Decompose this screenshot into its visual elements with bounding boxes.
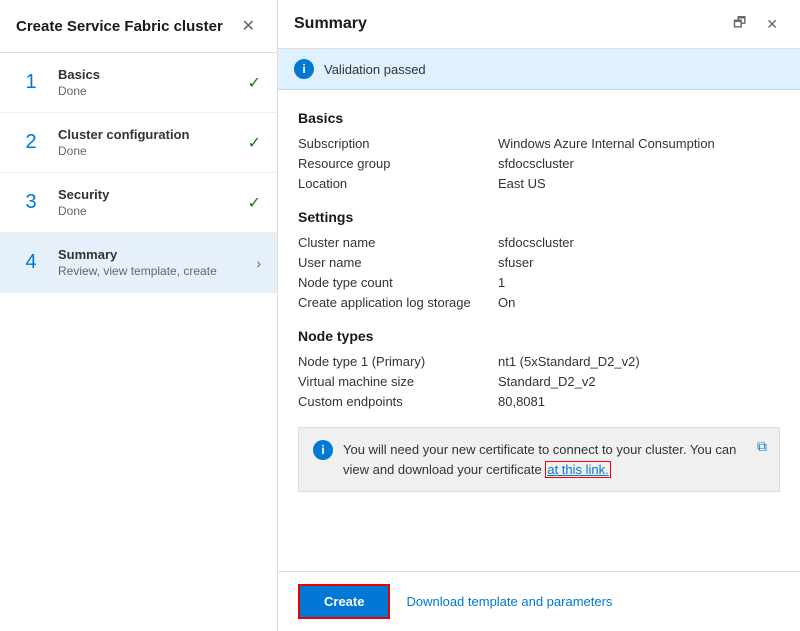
external-link-icon[interactable]: ⧉	[757, 438, 767, 455]
template-link[interactable]: Download template and parameters	[406, 594, 612, 609]
step-name: Cluster configuration	[58, 127, 240, 142]
right-content: i Validation passed Basics Subscription …	[278, 49, 800, 571]
window-title: Create Service Fabric cluster	[16, 18, 223, 35]
node-types-section-title: Node types	[298, 328, 780, 344]
row-value: sfuser	[498, 255, 533, 270]
row-label: Subscription	[298, 136, 498, 151]
step-item-cluster-configuration[interactable]: 2 Cluster configuration Done ✓	[0, 113, 277, 173]
step-number: 3	[16, 188, 46, 218]
step-check-icon: ✓	[248, 133, 261, 153]
info-box: i You will need your new certificate to …	[298, 427, 780, 492]
header-actions: 🗗 ✕	[727, 10, 784, 38]
step-number: 2	[16, 128, 46, 158]
close-panel-button[interactable]: ✕	[760, 10, 784, 38]
table-row: Location East US	[298, 176, 780, 191]
node-types-table: Node type 1 (Primary) nt1 (5xStandard_D2…	[298, 354, 780, 409]
step-number: 4	[16, 248, 46, 278]
step-item-security[interactable]: 3 Security Done ✓	[0, 173, 277, 233]
steps-list: 1 Basics Done ✓ 2 Cluster configuration …	[0, 53, 277, 631]
row-value: Standard_D2_v2	[498, 374, 596, 389]
table-row: Custom endpoints 80,8081	[298, 394, 780, 409]
info-text-before: You will need your new certificate to co…	[343, 442, 736, 477]
step-number: 1	[16, 68, 46, 98]
table-row: Cluster name sfdocscluster	[298, 235, 780, 250]
summary-body: Basics Subscription Windows Azure Intern…	[278, 90, 800, 508]
row-value: 80,8081	[498, 394, 545, 409]
step-item-basics[interactable]: 1 Basics Done ✓	[0, 53, 277, 113]
step-content: Security Done	[58, 187, 240, 218]
row-label: Create application log storage	[298, 295, 498, 310]
step-check-icon: ✓	[248, 193, 261, 213]
row-label: Cluster name	[298, 235, 498, 250]
step-content: Summary Review, view template, create	[58, 247, 248, 278]
row-value: 1	[498, 275, 505, 290]
step-content: Cluster configuration Done	[58, 127, 240, 158]
create-button[interactable]: Create	[298, 584, 390, 619]
row-label: Custom endpoints	[298, 394, 498, 409]
table-row: Create application log storage On	[298, 295, 780, 310]
right-footer: Create Download template and parameters	[278, 571, 800, 631]
table-row: Virtual machine size Standard_D2_v2	[298, 374, 780, 389]
row-value: Windows Azure Internal Consumption	[498, 136, 715, 151]
row-label: Location	[298, 176, 498, 191]
basics-section-title: Basics	[298, 110, 780, 126]
info-box-text: You will need your new certificate to co…	[343, 440, 765, 479]
window-close-button[interactable]: ✕	[236, 14, 261, 38]
step-item-summary[interactable]: 4 Summary Review, view template, create …	[0, 233, 277, 293]
settings-table: Cluster name sfdocscluster User name sfu…	[298, 235, 780, 310]
row-value: sfdocscluster	[498, 156, 574, 171]
summary-title: Summary	[294, 15, 367, 33]
step-content: Basics Done	[58, 67, 240, 98]
right-header: Summary 🗗 ✕	[278, 0, 800, 49]
minimize-button[interactable]: 🗗	[727, 10, 752, 38]
row-label: User name	[298, 255, 498, 270]
basics-table: Subscription Windows Azure Internal Cons…	[298, 136, 780, 191]
row-value: On	[498, 295, 515, 310]
right-panel: Summary 🗗 ✕ i Validation passed Basics S…	[278, 0, 800, 631]
info-icon: i	[294, 59, 314, 79]
step-arrow-icon: ›	[256, 255, 261, 271]
step-sub: Done	[58, 84, 240, 98]
table-row: Node type count 1	[298, 275, 780, 290]
validation-text: Validation passed	[324, 62, 426, 77]
step-name: Summary	[58, 247, 248, 262]
step-name: Basics	[58, 67, 240, 82]
info-box-icon: i	[313, 440, 333, 460]
row-value: nt1 (5xStandard_D2_v2)	[498, 354, 640, 369]
step-sub: Done	[58, 144, 240, 158]
row-value: East US	[498, 176, 546, 191]
validation-banner: i Validation passed	[278, 49, 800, 90]
row-label: Node type count	[298, 275, 498, 290]
left-panel: Create Service Fabric cluster ✕ 1 Basics…	[0, 0, 278, 631]
row-label: Node type 1 (Primary)	[298, 354, 498, 369]
step-check-icon: ✓	[248, 73, 261, 93]
row-label: Resource group	[298, 156, 498, 171]
row-value: sfdocscluster	[498, 235, 574, 250]
table-row: User name sfuser	[298, 255, 780, 270]
table-row: Resource group sfdocscluster	[298, 156, 780, 171]
step-name: Security	[58, 187, 240, 202]
info-link[interactable]: at this link.	[545, 461, 610, 478]
step-sub: Done	[58, 204, 240, 218]
left-header: Create Service Fabric cluster ✕	[0, 0, 277, 53]
row-label: Virtual machine size	[298, 374, 498, 389]
settings-section-title: Settings	[298, 209, 780, 225]
table-row: Node type 1 (Primary) nt1 (5xStandard_D2…	[298, 354, 780, 369]
step-sub: Review, view template, create	[58, 264, 248, 278]
table-row: Subscription Windows Azure Internal Cons…	[298, 136, 780, 151]
